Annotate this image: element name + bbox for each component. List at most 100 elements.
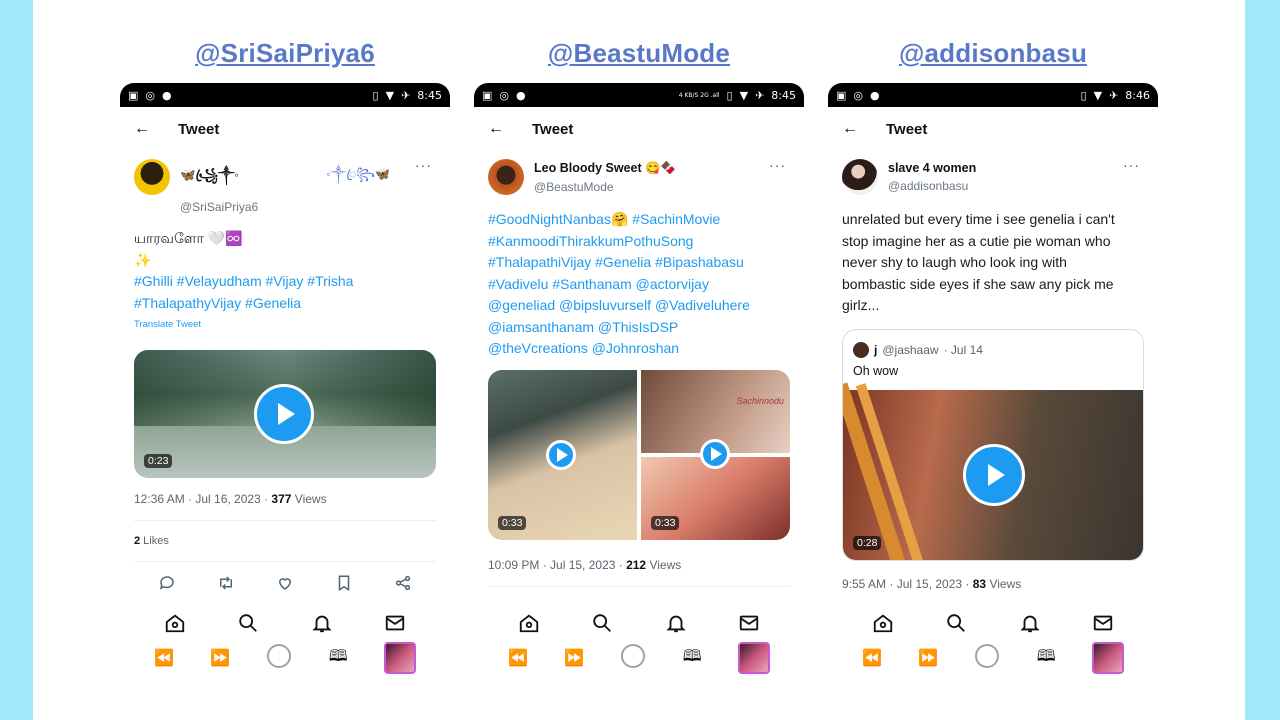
status-left-icons: ▣ ◎ ●: [128, 89, 172, 102]
search-icon[interactable]: [591, 612, 613, 639]
circle-icon[interactable]: [974, 643, 1000, 674]
handle-title[interactable]: @SriSaiPriya6: [120, 38, 450, 69]
home-icon[interactable]: [518, 612, 540, 639]
handle-title[interactable]: @addisonbasu: [828, 38, 1158, 69]
play-button[interactable]: [254, 383, 314, 444]
home-icon[interactable]: [164, 612, 186, 639]
reply-icon[interactable]: [155, 571, 179, 595]
share-icon[interactable]: [391, 571, 415, 595]
display-name[interactable]: slave 4 women: [888, 161, 976, 175]
divider: [134, 519, 436, 521]
vibrate-icon: ▯: [1080, 88, 1087, 102]
rewind-icon[interactable]: ⏪: [508, 648, 528, 668]
forward-icon[interactable]: ⏩: [210, 648, 230, 668]
status-right-icons: ▯ ▼ ✈ 8:45: [373, 89, 442, 102]
tweet-timestamp[interactable]: 9:55 AM · Jul 15, 2023 ·: [842, 577, 973, 591]
mail-icon[interactable]: [384, 612, 406, 639]
like-icon[interactable]: [273, 571, 297, 595]
likes-row[interactable]: 2 Likes: [120, 535, 450, 547]
bell-icon[interactable]: [1019, 612, 1041, 639]
username[interactable]: @addisonbasu: [888, 179, 976, 193]
hashtags[interactable]: #ThalapathiVijay #Genelia #Bipashabasu: [488, 252, 790, 274]
avatar[interactable]: [134, 159, 170, 195]
bell-icon[interactable]: [311, 612, 333, 639]
mail-icon[interactable]: [1092, 612, 1114, 639]
image-icon: ▣: [482, 88, 493, 102]
book-icon[interactable]: 🕮: [329, 645, 348, 672]
tweet-text: யாரவளோ 🤍♾️: [134, 230, 243, 246]
tweet-timestamp[interactable]: 10:09 PM · Jul 15, 2023 ·: [488, 558, 626, 572]
video-thumbnail[interactable]: 0:33: [488, 369, 637, 540]
mentions[interactable]: @theVcreations @Johnroshan: [488, 338, 790, 360]
username[interactable]: @SriSaiPriya6: [180, 200, 258, 214]
hashtags[interactable]: #GoodNightNanbas🤗 #SachinMovie: [488, 209, 790, 231]
hashtags[interactable]: #Ghilli #Velayudham #Vijay #Trisha: [134, 271, 436, 293]
rewind-icon[interactable]: ⏪: [862, 648, 882, 668]
play-button[interactable]: [700, 438, 730, 469]
avatar[interactable]: [1091, 642, 1124, 674]
back-arrow-icon[interactable]: ←: [488, 120, 504, 138]
more-options-icon[interactable]: ···: [1123, 157, 1140, 173]
avatar[interactable]: [383, 642, 416, 674]
circle-icon[interactable]: [266, 643, 292, 674]
mentions[interactable]: @iamsanthanam @ThisIsDSP: [488, 317, 790, 339]
quoted-tweet[interactable]: j @jashaaw · Jul 14 Oh wow 0:28: [842, 328, 1144, 561]
avatar[interactable]: [842, 159, 878, 195]
video-duration: 0:23: [144, 453, 173, 468]
search-icon[interactable]: [237, 612, 259, 639]
video-grid: 0:33 Sachinnodu 0:33: [488, 369, 790, 540]
vibrate-icon: ▯: [372, 88, 379, 102]
views-label: Views: [646, 557, 682, 572]
back-arrow-icon[interactable]: ←: [134, 120, 150, 138]
tweet-text: girlz...: [842, 297, 880, 313]
handle-title[interactable]: @BeastuMode: [474, 38, 804, 69]
username[interactable]: @BeastuMode: [534, 180, 676, 194]
tweet-text: stop imagine her as a cutie pie woman wh…: [842, 232, 1111, 249]
tweet-timestamp[interactable]: 12:36 AM · Jul 16, 2023 ·: [134, 492, 271, 506]
tweet-text: ✨: [134, 251, 152, 268]
more-options-icon[interactable]: ···: [769, 157, 786, 173]
avatar: [853, 341, 869, 358]
status-bar: ▣ ◎ ● ▯ ▼ ✈ 8:46: [828, 83, 1158, 107]
video-duration: 0:28: [853, 535, 882, 550]
video-thumbnail[interactable]: 0:28: [843, 381, 1143, 560]
play-button[interactable]: [963, 443, 1025, 506]
forward-icon[interactable]: ⏩: [564, 648, 584, 668]
book-icon[interactable]: 🕮: [683, 645, 702, 672]
search-icon[interactable]: [945, 612, 967, 639]
quote-text: Oh wow: [853, 363, 899, 378]
column-beastumode: @BeastuMode ▣ ◎ ● 4 KB/S 2G .all ▯ ▼ ✈ 8:45 ← …: [474, 0, 804, 720]
translate-link[interactable]: Translate Tweet: [134, 314, 436, 336]
video-thumbnail[interactable]: 0:33: [641, 456, 790, 540]
tweet-author: 🦋꧁ꦿ༒◦ @SriSaiPriya6 ◦༒ꦿ꧂🦋 ···: [120, 151, 450, 214]
video-thumbnail[interactable]: 0:23: [134, 349, 436, 478]
page-title: Tweet: [886, 120, 928, 138]
retweet-icon[interactable]: [214, 571, 238, 595]
hashtags[interactable]: #KanmoodiThirakkumPothuSong: [488, 231, 790, 253]
avatar[interactable]: [737, 642, 770, 674]
forward-icon[interactable]: ⏩: [918, 648, 938, 668]
mentions[interactable]: @geneliad @bipsluvurself @Vadiveluhere: [488, 295, 790, 317]
back-arrow-icon[interactable]: ←: [842, 120, 858, 138]
display-name[interactable]: 🦋꧁ꦿ༒◦: [180, 161, 258, 196]
rewind-icon[interactable]: ⏪: [154, 648, 174, 668]
status-time: 8:45: [771, 88, 796, 102]
tweet-text: never shy to laugh who look ing with: [842, 254, 1067, 270]
display-name[interactable]: Leo Bloody Sweet 😋🍫: [534, 161, 676, 176]
image-icon: ▣: [836, 88, 847, 102]
likes-label: Likes: [140, 534, 169, 547]
circle-icon[interactable]: [620, 643, 646, 674]
book-icon[interactable]: 🕮: [1037, 645, 1056, 672]
bookmark-icon[interactable]: [332, 571, 356, 595]
avatar[interactable]: [488, 159, 524, 195]
mail-icon[interactable]: [738, 612, 760, 639]
hashtags[interactable]: #Vadivelu #Santhanam @actorvijay: [488, 274, 790, 296]
bell-icon[interactable]: [665, 612, 687, 639]
more-options-icon[interactable]: ···: [415, 157, 432, 173]
author-names: slave 4 women @addisonbasu: [888, 159, 976, 193]
home-icon[interactable]: [872, 612, 894, 639]
system-nav: ⏪ ⏩ 🕮: [120, 641, 450, 675]
hashtags[interactable]: #ThalapathyVijay #Genelia: [134, 293, 436, 315]
network-speed: 4 KB/S 2G .all: [678, 91, 720, 99]
play-button[interactable]: [546, 439, 576, 470]
